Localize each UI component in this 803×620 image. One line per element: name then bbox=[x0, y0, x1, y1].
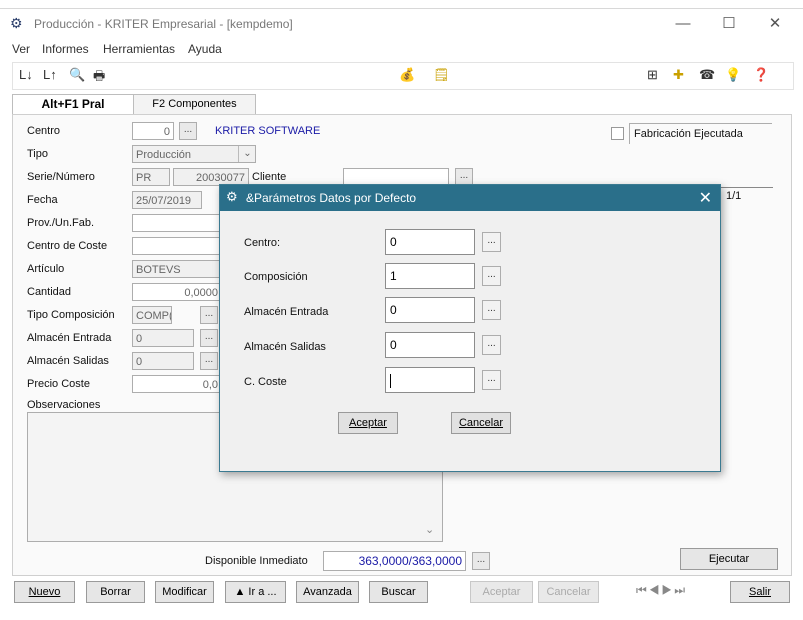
menu-herramientas[interactable]: Herramientas bbox=[103, 42, 175, 56]
fabricacion-label: Fabricación Ejecutada bbox=[634, 128, 743, 140]
dialog-centro-label: Centro: bbox=[244, 237, 281, 249]
dialog-composicion-input[interactable]: 1 bbox=[385, 263, 475, 289]
aceptar-button[interactable]: Aceptar bbox=[470, 581, 533, 603]
dialog-composicion-lookup[interactable]: ... bbox=[482, 266, 501, 286]
dialog-almsalidas-lookup[interactable]: ... bbox=[482, 335, 501, 355]
tipocomp-label: Tipo Composición bbox=[27, 309, 115, 321]
dialog-centro-lookup[interactable]: ... bbox=[482, 232, 501, 252]
articulo-input[interactable]: BOTEVS bbox=[132, 260, 222, 278]
cantidad-label: Cantidad bbox=[27, 286, 72, 298]
tipocomp-lookup-button[interactable]: ... bbox=[200, 306, 218, 324]
dialog-almsalidas-label: Almacén Salidas bbox=[244, 341, 326, 353]
cantidad-input[interactable]: 0,0000 bbox=[132, 283, 222, 301]
prov-label: Prov./Un.Fab. bbox=[27, 217, 95, 229]
disponible-lookup-button[interactable]: ... bbox=[472, 552, 490, 570]
note-icon[interactable]: 🗒 bbox=[433, 67, 450, 83]
serie-input[interactable]: PR bbox=[132, 168, 170, 186]
almsalidas-input[interactable]: 0 bbox=[132, 352, 194, 370]
dialog-almentrada-lookup[interactable]: ... bbox=[482, 300, 501, 320]
coste-input[interactable] bbox=[132, 237, 222, 255]
almentrada-lookup-button[interactable]: ... bbox=[200, 329, 218, 347]
sort-asc-icon[interactable]: L↑ bbox=[43, 67, 57, 82]
chevron-down-icon[interactable]: ⌄ bbox=[238, 146, 256, 162]
app-icon: ⚙ bbox=[10, 15, 23, 31]
phone-icon[interactable]: ☎ bbox=[699, 67, 715, 83]
almentrada-input[interactable]: 0 bbox=[132, 329, 194, 347]
tipo-label: Tipo bbox=[27, 148, 48, 160]
text-cursor bbox=[390, 373, 391, 388]
title-bar: ⚙ Producción - KRITER Empresarial - [kem… bbox=[0, 8, 803, 39]
grid-icon[interactable]: ⊞ bbox=[647, 67, 658, 83]
dialog-ccoste-lookup[interactable]: ... bbox=[482, 370, 501, 390]
menu-bar: Ver Informes Herramientas Ayuda bbox=[0, 40, 803, 60]
menu-ayuda[interactable]: Ayuda bbox=[188, 42, 222, 56]
cancelar-button[interactable]: Cancelar bbox=[538, 581, 599, 603]
cliente-label: Cliente bbox=[252, 171, 287, 183]
dialog-cancel-button[interactable]: Cancelar bbox=[451, 412, 511, 434]
dialog-almentrada-input[interactable]: 0 bbox=[385, 297, 475, 323]
serie-label: Serie/Número bbox=[27, 171, 95, 183]
close-window-button[interactable]: ✕ bbox=[752, 13, 798, 37]
dialog-title-bar: ⚙ &Parámetros Datos por Defecto ✕ bbox=[220, 185, 720, 211]
coste-label: Centro de Coste bbox=[27, 240, 108, 252]
centro-name: KRITER SOFTWARE bbox=[215, 125, 321, 137]
nuevo-button[interactable]: Nuevo bbox=[14, 581, 75, 603]
minimize-button[interactable]: — bbox=[660, 13, 706, 37]
dialog-accept-button[interactable]: Aceptar bbox=[338, 412, 398, 434]
printer-icon[interactable]: 🖶 bbox=[93, 67, 105, 89]
avanzada-button[interactable]: Avanzada bbox=[296, 581, 359, 603]
dialog-almsalidas-input[interactable]: 0 bbox=[385, 332, 475, 358]
tipocomp-input[interactable]: COMP( bbox=[132, 306, 172, 324]
help-icon[interactable]: ❓ bbox=[753, 67, 769, 83]
almsalidas-lookup-button[interactable]: ... bbox=[200, 352, 218, 370]
dialog-almentrada-label: Almacén Entrada bbox=[244, 306, 329, 318]
tab-componentes[interactable]: F2 Componentes bbox=[133, 94, 256, 115]
disponible-label: Disponible Inmediato bbox=[205, 555, 308, 567]
ejecutar-button[interactable]: Ejecutar bbox=[680, 548, 778, 570]
dialog-app-icon: ⚙ bbox=[226, 189, 238, 204]
centro-lookup-button[interactable]: ... bbox=[179, 122, 197, 140]
fecha-label: Fecha bbox=[27, 194, 58, 206]
ir-a-button[interactable]: ▲ Ir a ... bbox=[225, 581, 286, 603]
salir-button[interactable]: Salir bbox=[730, 581, 790, 603]
prov-input[interactable] bbox=[132, 214, 222, 232]
tab-principal[interactable]: Alt+F1 Pral bbox=[12, 94, 134, 116]
add-record-icon[interactable]: ✚ bbox=[673, 67, 684, 83]
menu-ver[interactable]: Ver bbox=[12, 42, 30, 56]
almsalidas-label: Almacén Salidas bbox=[27, 355, 109, 367]
borrar-button[interactable]: Borrar bbox=[86, 581, 145, 603]
centro-label: Centro bbox=[27, 125, 61, 137]
observaciones-label: Observaciones bbox=[27, 399, 101, 411]
default-params-dialog: ⚙ &Parámetros Datos por Defecto ✕ Centro… bbox=[219, 184, 721, 472]
record-navigator[interactable]: ⏮◀▶⏭ bbox=[636, 583, 696, 601]
page-indicator: 1/1 bbox=[726, 190, 742, 202]
articulo-label: Artículo bbox=[27, 263, 65, 275]
lightbulb-icon[interactable]: 💡 bbox=[725, 67, 741, 83]
maximize-button[interactable]: ☐ bbox=[706, 13, 752, 37]
modificar-button[interactable]: Modificar bbox=[155, 581, 214, 603]
sort-desc-icon[interactable]: L↓ bbox=[19, 67, 33, 82]
dialog-centro-input[interactable]: 0 bbox=[385, 229, 475, 255]
menu-informes[interactable]: Informes bbox=[42, 42, 89, 56]
dialog-composicion-label: Composición bbox=[244, 271, 308, 283]
centro-input[interactable]: 0 bbox=[132, 122, 174, 140]
dialog-title: &Parámetros Datos por Defecto bbox=[246, 191, 417, 205]
buscar-button[interactable]: Buscar bbox=[369, 581, 428, 603]
dialog-ccoste-input[interactable] bbox=[385, 367, 475, 393]
precio-label: Precio Coste bbox=[27, 378, 90, 390]
money-bag-icon[interactable]: 💰 bbox=[399, 67, 415, 83]
dialog-close-icon[interactable]: ✕ bbox=[699, 188, 712, 208]
disponible-value: 363,0000/363,0000 bbox=[323, 551, 466, 571]
almentrada-label: Almacén Entrada bbox=[27, 332, 112, 344]
dialog-ccoste-label: C. Coste bbox=[244, 376, 287, 388]
fabricacion-checkbox[interactable] bbox=[611, 127, 624, 140]
scroll-down-icon[interactable]: ⌄ bbox=[425, 523, 434, 536]
print-preview-icon[interactable]: 🔍 bbox=[69, 67, 85, 83]
toolbar: L↓ L↑ 🔍 🖶 💰 🗒 ⊞ ✚ ☎ 💡 ❓ bbox=[12, 62, 794, 90]
fecha-input[interactable]: 25/07/2019 bbox=[132, 191, 202, 209]
precio-input[interactable]: 0,0 bbox=[132, 375, 222, 393]
window-title: Producción - KRITER Empresarial - [kempd… bbox=[34, 17, 293, 31]
